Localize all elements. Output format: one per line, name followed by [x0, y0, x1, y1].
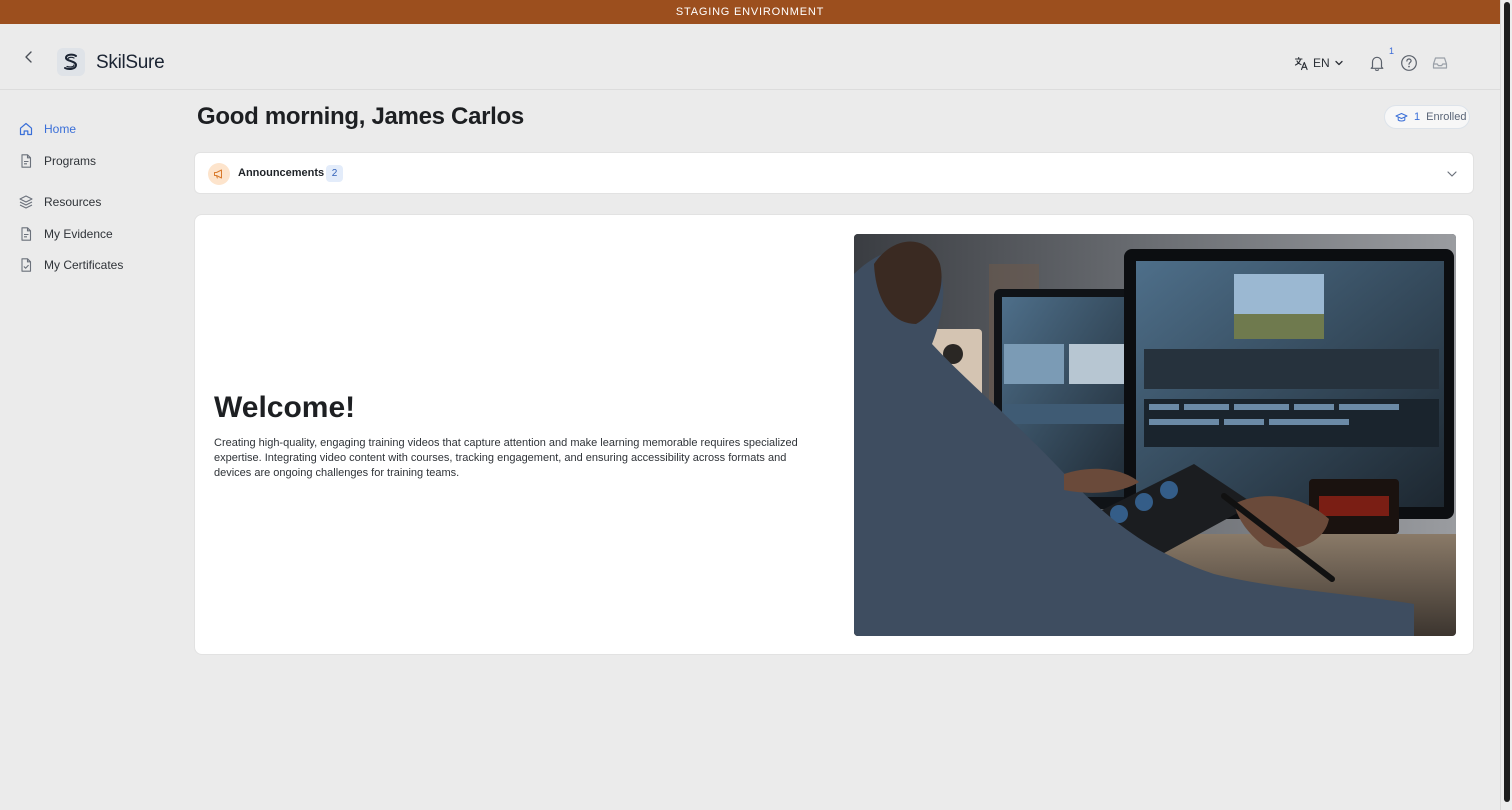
enrolled-count: 1 — [1414, 111, 1421, 123]
sidebar-item-label: Programs — [44, 154, 97, 168]
staging-environment-banner: STAGING ENVIRONMENT — [0, 0, 1500, 24]
layers-icon — [19, 195, 33, 209]
skilsure-logo-icon — [64, 53, 78, 70]
sidebar-item-home[interactable]: Home — [18, 119, 168, 139]
help-button[interactable] — [1398, 52, 1420, 74]
announcements-count-badge: 2 — [326, 165, 343, 182]
chevron-down-icon — [1335, 60, 1343, 66]
megaphone-icon — [208, 163, 230, 185]
translate-icon — [1294, 56, 1308, 70]
page-title: Good morning, James Carlos — [197, 103, 524, 130]
language-selector[interactable]: EN — [1294, 53, 1344, 73]
announcements-title: Announcements — [238, 167, 325, 179]
document-icon — [21, 227, 32, 241]
sidebar-item-my-evidence[interactable]: My Evidence — [18, 224, 168, 244]
hero-image — [854, 234, 1456, 636]
sidebar-item-label: My Certificates — [44, 258, 124, 272]
welcome-card: Welcome! Creating high-quality, engaging… — [194, 214, 1474, 655]
certificate-icon — [21, 258, 32, 272]
sidebar-item-my-certificates[interactable]: My Certificates — [18, 255, 168, 275]
chevron-down-icon[interactable] — [1445, 167, 1459, 181]
announcements-panel[interactable]: Announcements 2 — [194, 152, 1474, 194]
scrollbar-thumb[interactable] — [1504, 2, 1510, 802]
inbox-icon — [1432, 57, 1448, 69]
sidebar-item-programs[interactable]: Programs — [18, 151, 168, 171]
inbox-button[interactable] — [1429, 52, 1451, 74]
sidebar-item-label: Resources — [44, 195, 102, 209]
top-header: SkilSure EN 1 — [0, 24, 1500, 90]
welcome-description: Creating high-quality, engaging training… — [214, 437, 798, 479]
notification-count-badge: 1 — [1389, 46, 1395, 56]
vertical-scrollbar[interactable] — [1500, 0, 1512, 810]
sidebar-item-label: Home — [44, 122, 77, 136]
notifications-button[interactable] — [1366, 52, 1388, 74]
sidebar-item-resources[interactable]: Resources — [18, 192, 168, 212]
back-button[interactable] — [18, 46, 40, 68]
sidebar-item-label: My Evidence — [44, 227, 113, 241]
graduation-cap-icon — [1395, 112, 1408, 121]
welcome-title: Welcome! — [214, 391, 356, 424]
document-icon — [21, 154, 32, 168]
bell-icon — [1370, 56, 1384, 71]
language-label: EN — [1313, 56, 1330, 70]
help-circle-icon — [1401, 55, 1417, 71]
enrolled-label: Enrolled — [1426, 111, 1467, 123]
home-icon — [19, 122, 33, 136]
app-name: SkilSure — [96, 52, 165, 73]
chevron-left-icon — [25, 51, 32, 63]
enrolled-badge[interactable]: 1 Enrolled — [1384, 105, 1470, 129]
app-logo[interactable] — [57, 48, 85, 76]
